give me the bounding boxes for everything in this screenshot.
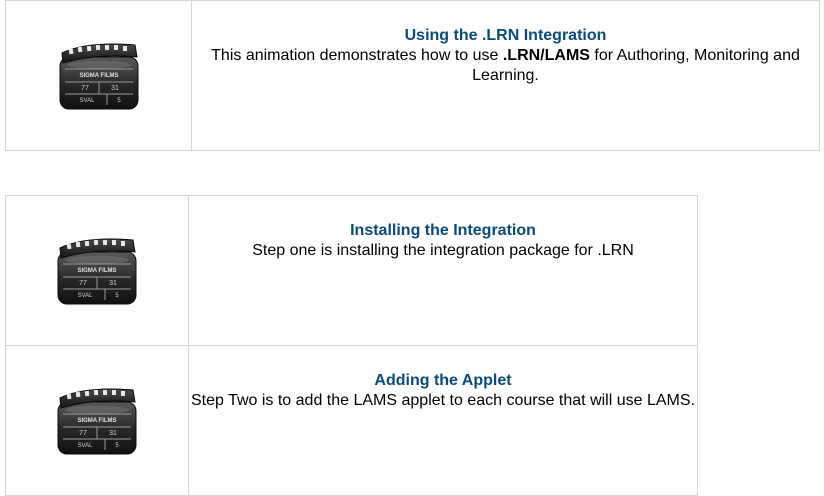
svg-text:SVAL: SVAL	[79, 98, 95, 104]
svg-text:31: 31	[111, 85, 119, 92]
svg-text:77: 77	[81, 85, 89, 92]
svg-text:31: 31	[109, 280, 117, 287]
video-table-steps: SIGMA FILMS 77 31 SVAL 5 Installing the …	[5, 195, 698, 496]
table-row: SIGMA FILMS 77 31 SVAL 5 Adding the Appl…	[5, 345, 698, 496]
video-description: This animation demonstrates how to use .…	[211, 47, 800, 84]
video-table-overview: SIGMA FILMS 77 31 SVAL 5 Using the .LRN …	[5, 0, 820, 151]
icon-cell: SIGMA FILMS 77 31 SVAL 5	[5, 195, 189, 346]
video-description-cell: Using the .LRN Integration This animatio…	[191, 0, 820, 151]
svg-text:77: 77	[79, 280, 87, 287]
description-bold-text: .LRN/LAMS	[502, 47, 590, 64]
clapperboard-icon[interactable]: SIGMA FILMS 77 31 SVAL 5	[55, 380, 139, 456]
svg-text:31: 31	[109, 430, 117, 437]
svg-text:77: 77	[79, 430, 87, 437]
table-row: SIGMA FILMS 77 31 SVAL 5 Installing the …	[5, 195, 698, 346]
video-description: Step one is installing the integration p…	[252, 242, 634, 259]
video-title-link[interactable]: Adding the Applet	[189, 371, 697, 391]
clapperboard-icon[interactable]: SIGMA FILMS 77 31 SVAL 5	[55, 230, 139, 306]
video-description-cell: Adding the Applet Step Two is to add the…	[188, 345, 698, 496]
svg-text:SIGMA FILMS: SIGMA FILMS	[77, 268, 116, 274]
table-row: SIGMA FILMS 77 31 SVAL 5 Using the .LRN …	[5, 0, 820, 151]
svg-text:SIGMA FILMS: SIGMA FILMS	[79, 73, 118, 79]
clapperboard-icon[interactable]: SIGMA FILMS 77 31 SVAL 5	[57, 35, 141, 111]
video-description: Step Two is to add the LAMS applet to ea…	[191, 392, 695, 409]
icon-cell: SIGMA FILMS 77 31 SVAL 5	[5, 345, 189, 496]
description-text: This animation demonstrates how to use	[211, 47, 503, 64]
svg-text:SVAL: SVAL	[78, 293, 94, 299]
svg-text:SIGMA FILMS: SIGMA FILMS	[77, 418, 116, 424]
video-description-cell: Installing the Integration Step one is i…	[188, 195, 698, 346]
svg-text:SVAL: SVAL	[78, 443, 94, 449]
icon-cell: SIGMA FILMS 77 31 SVAL 5	[5, 0, 192, 151]
video-title-link[interactable]: Installing the Integration	[189, 221, 697, 241]
video-title-link[interactable]: Using the .LRN Integration	[192, 26, 819, 46]
